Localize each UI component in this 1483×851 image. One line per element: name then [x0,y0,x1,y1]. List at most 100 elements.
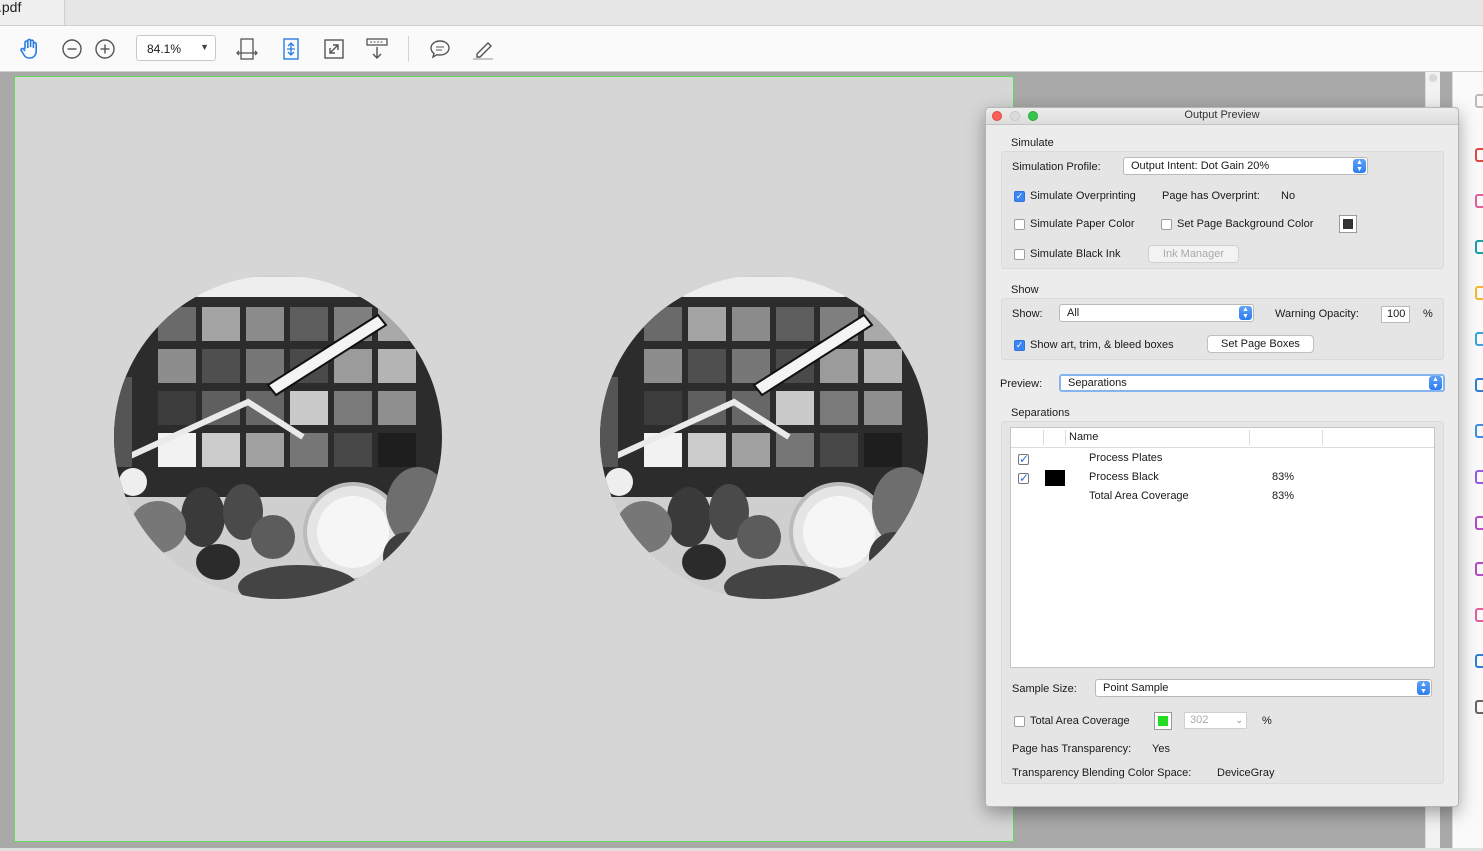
process-black-swatch [1045,470,1065,486]
scrollbar-thumb[interactable] [1429,74,1437,82]
updown-arrows-icon: ▲ ▼ [1417,681,1430,695]
row-value: 83% [1272,490,1295,502]
total-area-coverage-label: Total Area Coverage [1030,715,1130,727]
zoom-select[interactable]: 84.1% ▼ [136,35,216,61]
transparency-label: Page has Transparency: [1012,743,1132,755]
preview-label: Preview: [1000,378,1043,390]
fit-page-icon[interactable] [277,35,305,63]
combine-files-icon[interactable] [1475,332,1483,346]
coverage-percent: % [1262,715,1272,727]
chevron-down-icon: ▼ [200,42,209,52]
column-separator [1065,430,1066,445]
output-preview-dialog: Output Preview Simulate Simulation Profi… [985,107,1459,807]
zoom-in-icon[interactable] [91,35,119,63]
toolbar-separator [408,36,409,62]
transparency-value: Yes [1152,743,1170,755]
simulate-paper-color-checkbox[interactable] [1014,219,1025,230]
edit-pdf-icon[interactable] [1475,240,1483,254]
updown-arrows-icon: ▲ ▼ [1429,376,1442,390]
table-header: Name [1011,428,1434,448]
simulate-overprinting-label: Simulate Overprinting [1030,190,1136,202]
organize-pages-icon[interactable] [1475,378,1483,392]
show-value: All [1067,307,1080,319]
warning-opacity-input[interactable]: 100 [1381,306,1410,323]
blending-space-label: Transparency Blending Color Space: [1012,767,1192,779]
column-name-header[interactable]: Name [1069,431,1098,443]
coverage-value: 302 [1190,714,1209,726]
set-page-boxes-button[interactable]: Set Page Boxes [1207,335,1314,353]
simulate-black-ink-checkbox[interactable] [1014,249,1025,260]
blending-space-value: DeviceGray [1217,767,1275,779]
separations-table: Name ✓ Process Plates ✓ Process Black 83… [1010,427,1435,668]
row-checkbox[interactable]: ✓ [1018,472,1029,484]
zoom-value: 84.1% [147,42,182,56]
comment-icon[interactable] [426,35,454,63]
sample-size-value: Point Sample [1103,682,1169,694]
column-separator [1322,430,1323,445]
fill-sign-icon[interactable] [1475,470,1483,484]
pane-collapse-icon[interactable] [1475,94,1483,108]
comment-tool-icon[interactable] [1475,286,1483,300]
ink-manager-button[interactable]: Ink Manager [1148,245,1239,263]
more-tools-icon[interactable] [1475,700,1483,714]
coverage-color-swatch[interactable] [1154,712,1172,730]
zoom-out-icon[interactable] [58,35,86,63]
highlight-icon[interactable] [469,35,497,63]
updown-arrows-icon: ▲ ▼ [1353,159,1366,173]
row-name: Total Area Coverage [1089,490,1189,502]
simulation-profile-value: Output Intent: Dot Gain 20% [1131,160,1270,172]
send-for-comments-icon[interactable] [1475,562,1483,576]
preview-select[interactable]: Separations ▲ ▼ [1059,374,1445,392]
row-value: 83% [1272,471,1295,483]
sample-size-label: Sample Size: [1012,683,1077,695]
warning-opacity-percent: % [1423,308,1433,320]
scan-icon[interactable] [1475,654,1483,668]
pdf-page[interactable] [14,76,1014,842]
fit-width-icon[interactable] [233,35,261,63]
show-heading: Show [1011,284,1039,296]
simulate-paper-color-label: Simulate Paper Color [1030,218,1135,230]
toolbar: 84.1% ▼ [0,26,1483,72]
table-row[interactable]: ✓ Process Black 83% [1011,469,1434,488]
simulation-profile-label: Simulation Profile: [1012,161,1101,173]
protect-icon[interactable] [1475,424,1483,438]
row-name: Process Plates [1089,452,1163,464]
show-boxes-label: Show art, trim, & bleed boxes [1030,339,1174,351]
total-area-coverage-checkbox[interactable] [1014,716,1025,727]
scrolling-mode-icon[interactable] [363,35,391,63]
color-checker-fruit-image-left [108,272,450,609]
simulate-black-ink-label: Simulate Black Ink [1030,248,1121,260]
row-name: Process Black [1089,471,1159,483]
show-label: Show: [1012,308,1043,320]
document-tab[interactable]: .pdf [0,0,65,25]
show-select[interactable]: All ▲ ▼ [1059,304,1254,322]
prepare-form-icon[interactable] [1475,608,1483,622]
full-screen-icon[interactable] [320,35,348,63]
simulation-profile-select[interactable]: Output Intent: Dot Gain 20% ▲ ▼ [1123,157,1368,175]
color-checker-fruit-image-right [594,272,936,609]
page-overprint-label: Page has Overprint: [1162,190,1260,202]
table-row[interactable]: Total Area Coverage 83% [1011,488,1434,507]
create-pdf-icon[interactable] [1475,194,1483,208]
page-overprint-value: No [1281,190,1296,202]
coverage-value-combo[interactable]: 302 ⌄ [1184,712,1247,729]
dialog-title: Output Preview [1184,109,1260,121]
simulate-overprinting-checkbox[interactable]: ✓ [1014,191,1025,202]
preview-value: Separations [1068,377,1127,389]
table-row[interactable]: ✓ Process Plates [1011,450,1434,469]
warning-opacity-label: Warning Opacity: [1275,308,1359,320]
hand-tool-icon[interactable] [16,35,44,63]
page-background-color-label: Set Page Background Color [1177,218,1314,230]
page-background-color-checkbox[interactable] [1161,219,1172,230]
tab-strip: .pdf [0,0,1483,26]
row-checkbox[interactable]: ✓ [1018,453,1029,465]
updown-arrows-icon: ▲ ▼ [1239,306,1252,320]
sample-size-select[interactable]: Point Sample ▲ ▼ [1095,679,1432,697]
dialog-titlebar[interactable]: Output Preview [986,108,1458,125]
separations-heading: Separations [1011,407,1070,419]
page-background-color-swatch[interactable] [1339,215,1357,233]
chevron-down-icon: ⌄ [1235,715,1243,725]
send-for-signature-icon[interactable] [1475,516,1483,530]
export-pdf-icon[interactable] [1475,148,1483,162]
show-boxes-checkbox[interactable]: ✓ [1014,340,1025,351]
